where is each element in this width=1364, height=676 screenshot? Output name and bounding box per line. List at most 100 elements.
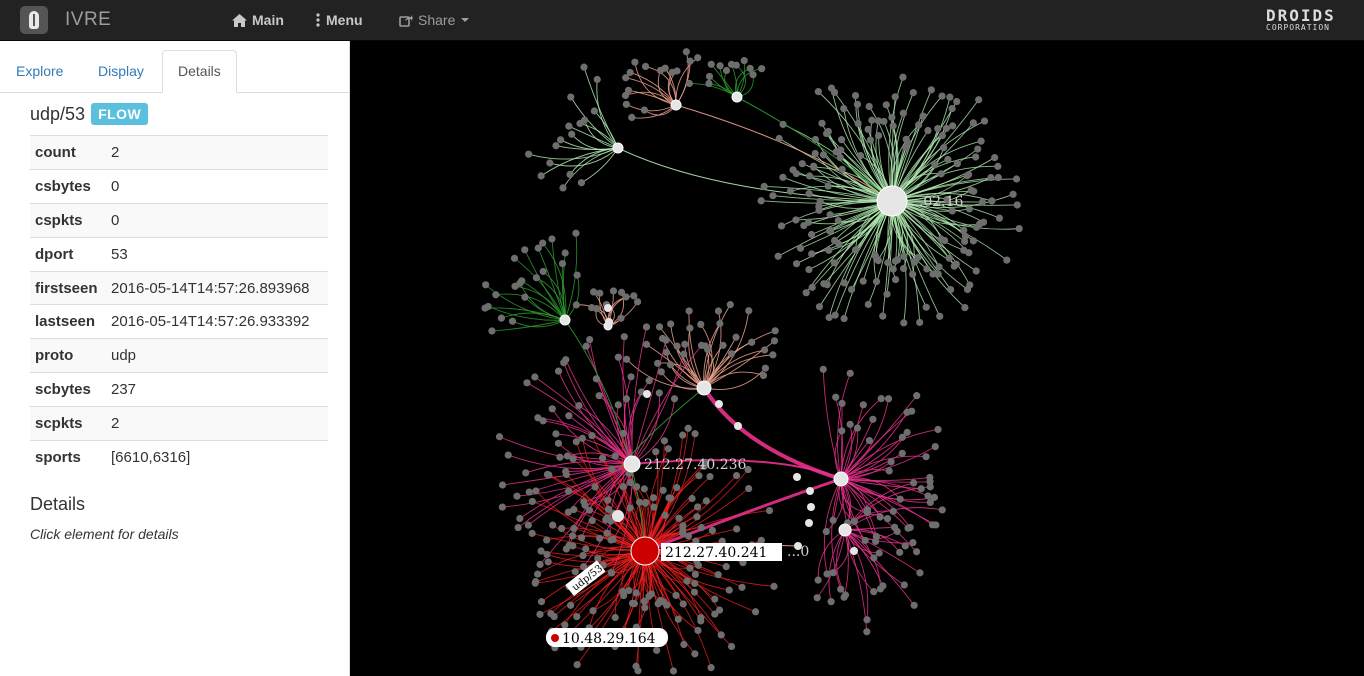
graph-leaf-node[interactable] [910,258,919,266]
graph-leaf-node[interactable] [716,320,724,328]
graph-leaf-node[interactable] [770,582,778,590]
graph-leaf-node[interactable] [497,314,506,322]
graph-leaf-node[interactable] [726,301,734,309]
graph-leaf-node[interactable] [482,281,490,289]
graph-leaf-node[interactable] [882,101,890,109]
graph-leaf-node[interactable] [544,558,552,566]
graph-leaf-node[interactable] [586,335,594,344]
graph-leaf-node[interactable] [559,184,567,192]
graph-leaf-node[interactable] [967,186,975,194]
graph-leaf-node[interactable] [641,499,649,507]
graph-leaf-node[interactable] [972,223,981,231]
graph-leaf-node[interactable] [674,615,682,623]
graph-leaf-node[interactable] [691,570,699,579]
graph-leaf-node[interactable] [775,134,783,143]
graph-leaf-node[interactable] [830,259,838,267]
graph-leaf-node[interactable] [694,54,702,62]
graph-leaf-node[interactable] [654,359,662,367]
graph-leaf-node[interactable] [940,144,948,152]
graph-leaf-node[interactable] [680,640,688,649]
graph-leaf-node[interactable] [593,75,601,84]
graph-leaf-node[interactable] [609,535,617,544]
graph-hub-node[interactable] [612,510,624,522]
graph-leaf-node[interactable] [896,548,904,556]
graph-leaf-node[interactable] [693,513,701,521]
graph-leaf-node[interactable] [732,333,740,341]
graph-leaf-node[interactable] [548,405,556,413]
graph-leaf-node[interactable] [662,348,670,357]
graph-leaf-node[interactable] [864,125,872,133]
graph-hub-node[interactable] [604,304,612,312]
graph-leaf-node[interactable] [931,161,939,169]
graph-leaf-node[interactable] [853,100,862,108]
graph-leaf-node[interactable] [889,507,897,515]
graph-leaf-node[interactable] [802,289,810,297]
graph-leaf-node[interactable] [830,236,839,245]
graph-leaf-node[interactable] [649,494,658,502]
graph-leaf-node[interactable] [889,122,897,130]
graph-leaf-node[interactable] [963,285,972,294]
graph-leaf-node[interactable] [827,226,835,235]
graph-leaf-node[interactable] [865,102,873,111]
graph-leaf-node[interactable] [514,523,522,532]
graph-leaf-node[interactable] [652,448,660,456]
tab-explore[interactable]: Explore [1,50,78,92]
graph-leaf-node[interactable] [761,346,769,354]
graph-leaf-node[interactable] [838,427,846,435]
graph-leaf-node[interactable] [937,170,945,178]
graph-hub-node[interactable] [559,314,571,326]
graph-leaf-node[interactable] [717,631,725,639]
graph-leaf-node[interactable] [603,514,612,522]
graph-leaf-node[interactable] [653,646,661,654]
graph-leaf-node[interactable] [870,588,878,596]
graph-leaf-node[interactable] [949,122,957,130]
graph-leaf-node[interactable] [590,107,598,115]
graph-leaf-node[interactable] [948,104,956,113]
hub-label-e[interactable]: ...0 [787,544,809,560]
graph-leaf-node[interactable] [562,356,570,364]
graph-leaf-node[interactable] [565,412,573,420]
graph-leaf-node[interactable] [938,506,946,514]
graph-leaf-node[interactable] [813,594,821,602]
graph-leaf-node[interactable] [837,136,846,144]
menu-nav-button[interactable]: Menu [315,12,363,28]
graph-leaf-node[interactable] [808,250,816,258]
graph-leaf-node[interactable] [622,293,630,301]
graph-leaf-node[interactable] [786,187,795,195]
graph-leaf-node[interactable] [609,287,618,295]
graph-leaf-node[interactable] [919,112,927,120]
graph-leaf-node[interactable] [837,585,845,593]
graph-leaf-node[interactable] [994,173,1002,182]
graph-leaf-node[interactable] [627,478,635,487]
graph-leaf-node[interactable] [596,534,604,542]
graph-leaf-node[interactable] [893,527,901,536]
graph-leaf-node[interactable] [714,571,722,579]
graph-leaf-node[interactable] [562,470,571,479]
graph-leaf-node[interactable] [853,424,862,432]
graph-leaf-node[interactable] [498,481,507,489]
graph-leaf-node[interactable] [484,302,492,311]
graph-leaf-node[interactable] [691,430,699,438]
graph-hub-node[interactable] [630,536,660,566]
graph-leaf-node[interactable] [792,216,800,224]
graph-leaf-node[interactable] [822,527,830,536]
graph-leaf-node[interactable] [532,274,541,282]
graph-leaf-node[interactable] [561,249,569,257]
graph-leaf-node[interactable] [672,591,680,599]
graph-leaf-node[interactable] [891,257,900,265]
graph-leaf-node[interactable] [694,561,703,569]
graph-leaf-node[interactable] [901,542,909,550]
graph-leaf-node[interactable] [829,569,837,577]
graph-leaf-node[interactable] [820,280,828,288]
graph-leaf-node[interactable] [931,442,939,451]
graph-leaf-node[interactable] [946,93,954,101]
graph-leaf-node[interactable] [953,97,961,106]
graph-leaf-node[interactable] [657,368,665,376]
graph-leaf-node[interactable] [554,367,563,375]
graph-leaf-node[interactable] [987,173,995,182]
graph-leaf-node[interactable] [632,662,640,670]
graph-leaf-node[interactable] [769,192,777,200]
graph-leaf-node[interactable] [915,121,923,129]
graph-leaf-node[interactable] [846,369,854,377]
graph-leaf-node[interactable] [827,84,836,92]
